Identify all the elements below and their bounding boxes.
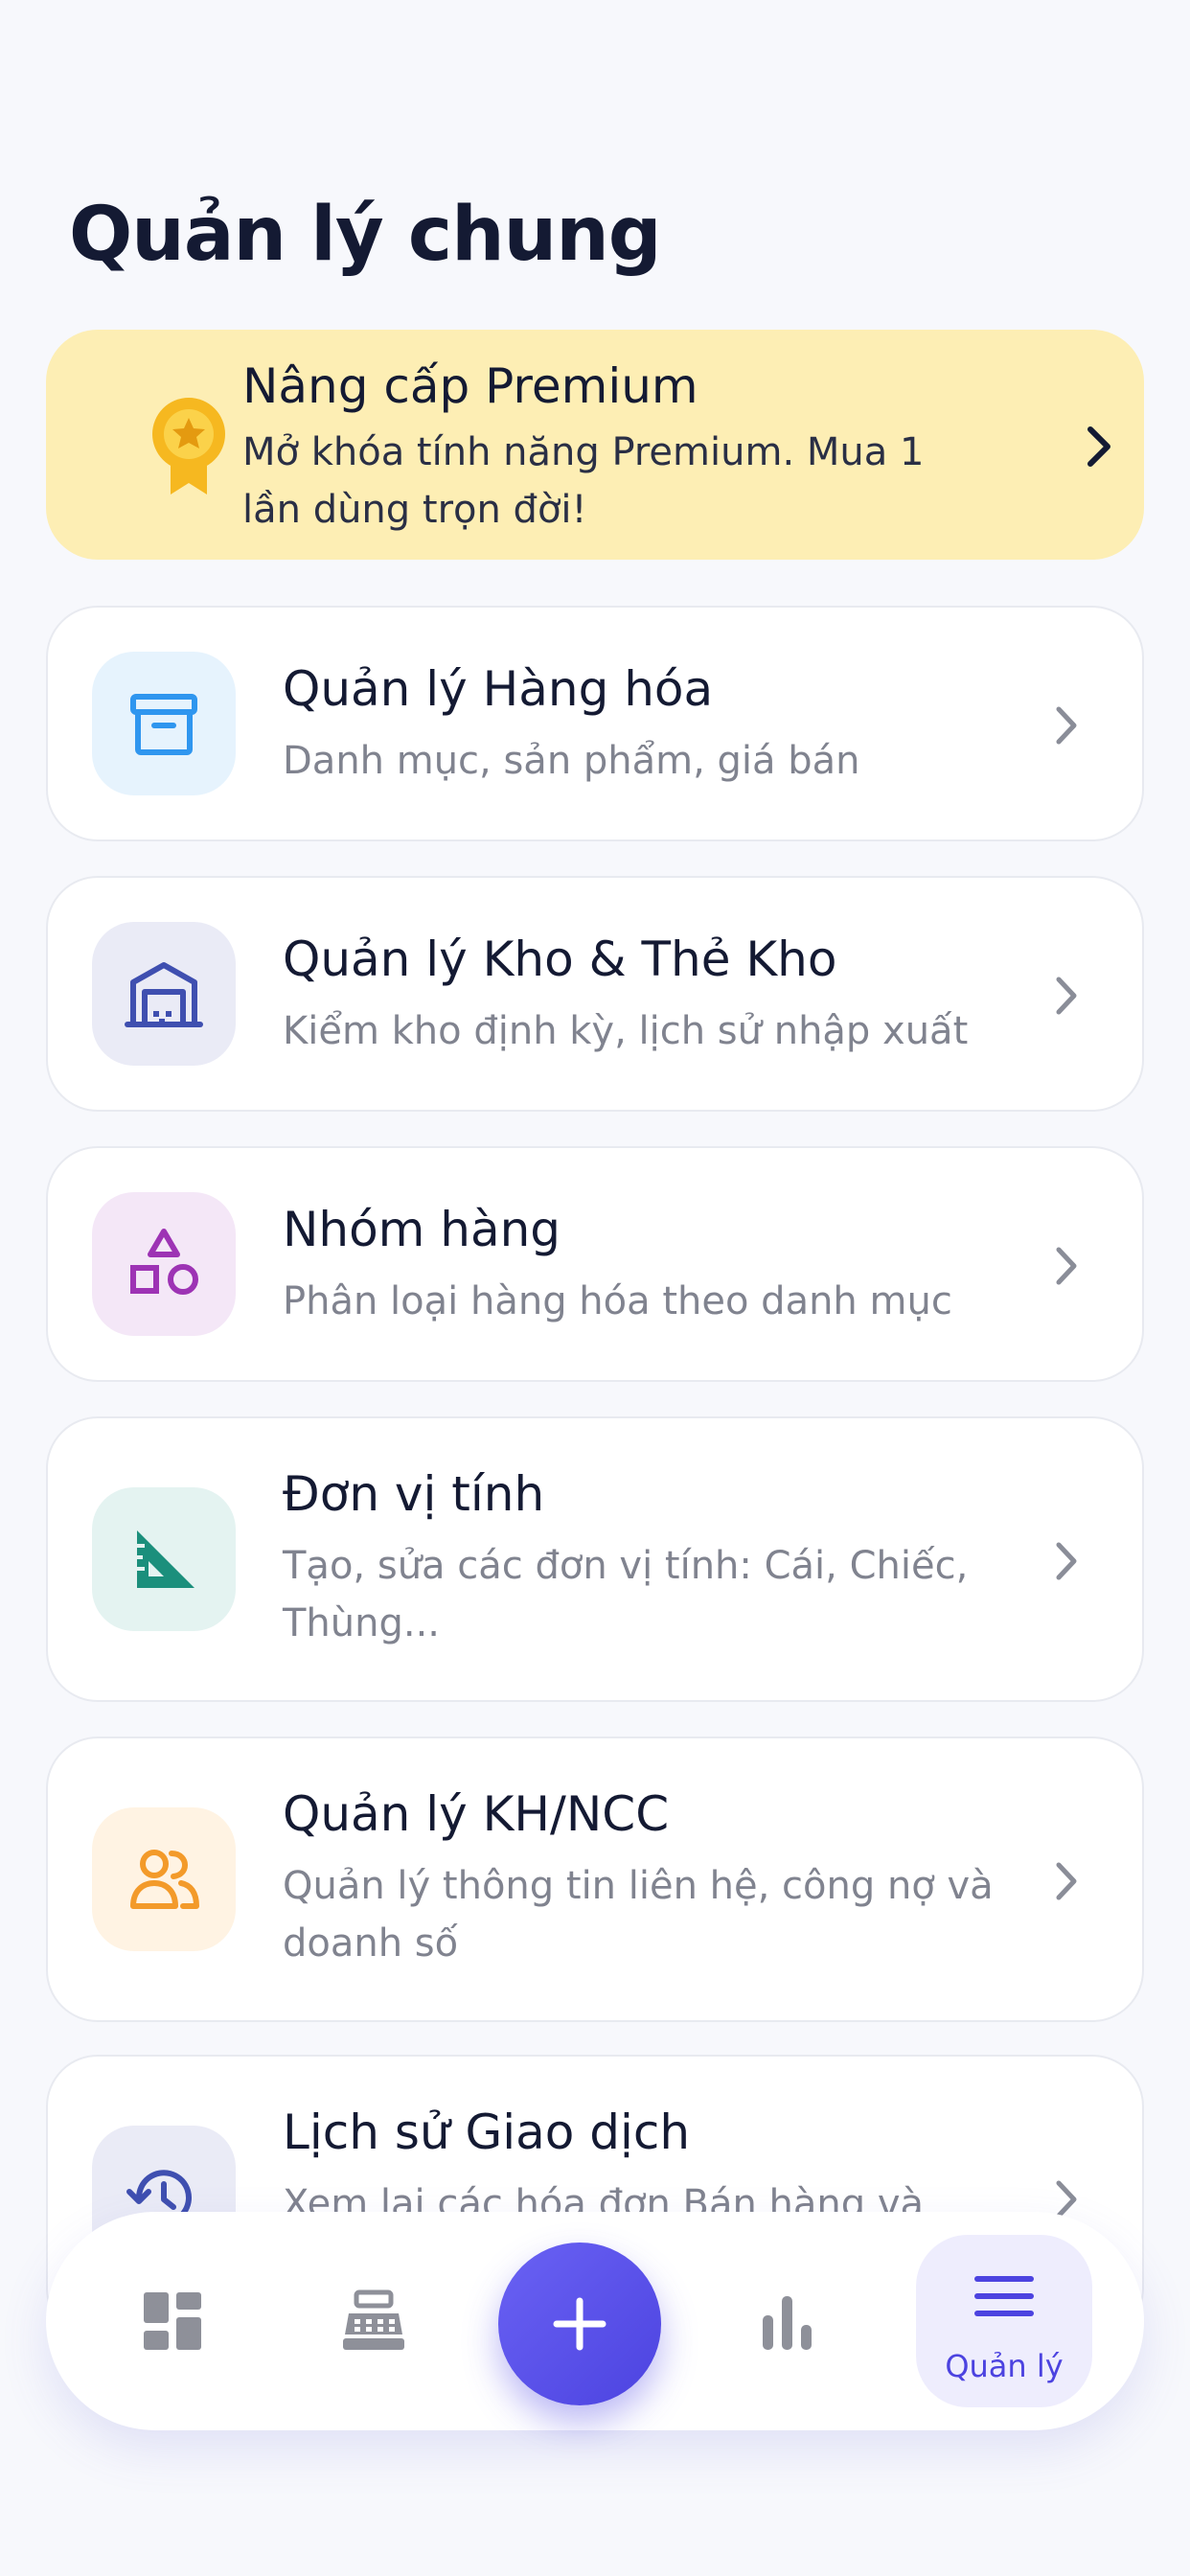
people-icon [130, 1850, 199, 1909]
menu-item-title: Đơn vị tính [283, 1466, 545, 1522]
menu-item-title: Quản lý Hàng hóa [283, 661, 714, 717]
shapes-icon [130, 1229, 198, 1295]
plus-icon [553, 2297, 606, 2351]
cash-register-icon [343, 2289, 404, 2350]
chevron-right-icon [1056, 1862, 1077, 1900]
menu-item-title: Lịch sử Giao dịch [283, 2104, 691, 2160]
menu-item-products[interactable]: Quản lý Hàng hóa Danh mục, sản phẩm, giá… [46, 606, 1144, 841]
menu-item-subtitle: Danh mục, sản phẩm, giá bán [283, 739, 860, 783]
nav-cash-register[interactable] [330, 2277, 418, 2365]
page-title: Quản lý chung [69, 192, 662, 278]
nav-dashboard[interactable] [130, 2279, 215, 2363]
menu-item-subtitle: Kiểm kho định kỳ, lịch sử nhập xuất [283, 1009, 969, 1053]
chevron-right-icon [1087, 426, 1110, 467]
menu-icon [974, 2276, 1034, 2316]
menu-item-subtitle: Quản lý thông tin liên hệ, công nợ và do… [283, 1864, 994, 1966]
add-button[interactable] [498, 2242, 661, 2405]
menu-icon-box [92, 1807, 236, 1951]
nav-management-label: Quản lý [945, 2348, 1064, 2384]
screen: Quản lý chung Nâng cấp Premium Mở khóa t… [0, 0, 1190, 2576]
menu-icon-box [92, 652, 236, 795]
menu-item-warehouse[interactable]: Quản lý Kho & Thẻ Kho Kiểm kho định kỳ, … [46, 876, 1144, 1112]
menu-icon-box [92, 1192, 236, 1336]
nav-reports[interactable] [745, 2279, 830, 2363]
nav-management[interactable]: Quản lý [916, 2235, 1092, 2407]
set-square-icon [137, 1530, 195, 1588]
premium-banner[interactable]: Nâng cấp Premium Mở khóa tính năng Premi… [46, 330, 1144, 560]
menu-item-subtitle: Tạo, sửa các đơn vị tính: Cái, Chiếc, Th… [283, 1544, 969, 1645]
chevron-right-icon [1056, 706, 1077, 745]
premium-title: Nâng cấp Premium [242, 358, 698, 414]
menu-item-title: Quản lý Kho & Thẻ Kho [283, 932, 837, 987]
archive-box-icon [130, 694, 197, 755]
chevron-right-icon [1056, 1542, 1077, 1580]
menu-icon-box [92, 922, 236, 1066]
warehouse-icon [125, 962, 203, 1027]
menu-item-categories[interactable]: Nhóm hàng Phân loại hàng hóa theo danh m… [46, 1146, 1144, 1382]
menu-item-title: Nhóm hàng [283, 1202, 561, 1257]
menu-item-subtitle: Phân loại hàng hóa theo danh mục [283, 1279, 952, 1323]
medal-icon [152, 398, 225, 494]
premium-subtitle: Mở khóa tính năng Premium. Mua 1 lần dùn… [242, 430, 925, 532]
chevron-right-icon [1056, 1247, 1077, 1285]
dashboard-icon [144, 2292, 201, 2350]
menu-item-title: Quản lý KH/NCC [283, 1786, 670, 1842]
chevron-right-icon [1056, 977, 1077, 1015]
menu-item-units[interactable]: Đơn vị tính Tạo, sửa các đơn vị tính: Cá… [46, 1416, 1144, 1702]
bar-chart-icon [763, 2296, 812, 2350]
menu-item-customers-suppliers[interactable]: Quản lý KH/NCC Quản lý thông tin liên hệ… [46, 1736, 1144, 2022]
menu-icon-box [92, 1487, 236, 1631]
bottom-nav: Quản lý [46, 2212, 1144, 2430]
